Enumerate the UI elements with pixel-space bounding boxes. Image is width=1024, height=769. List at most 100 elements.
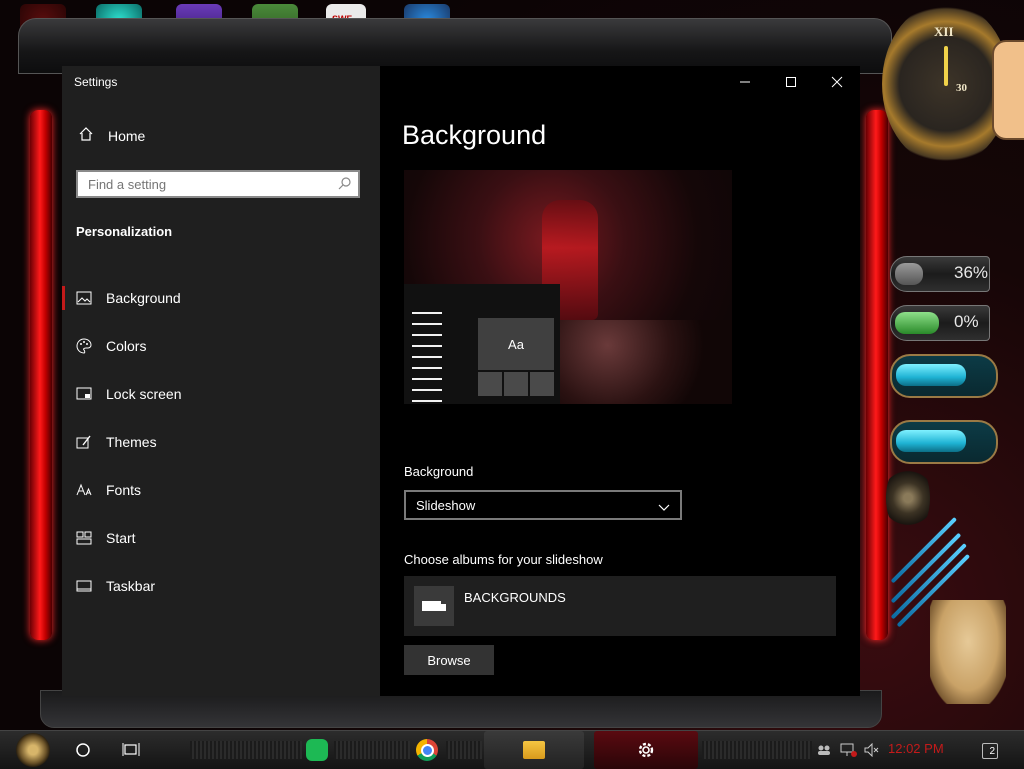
lock-screen-icon bbox=[76, 386, 92, 402]
spotify-icon bbox=[306, 739, 328, 761]
window-controls bbox=[722, 66, 860, 98]
clock-numeral-xii: XII bbox=[934, 24, 954, 39]
chrome-icon bbox=[416, 739, 438, 761]
taskbar-decoration-strip bbox=[446, 741, 482, 759]
background-type-dropdown[interactable]: Slideshow bbox=[404, 490, 682, 520]
background-type-label: Background bbox=[404, 464, 474, 479]
clock-numeral-thirty: 30 bbox=[956, 82, 967, 94]
settings-content: Background Aa Background Slideshow Choos… bbox=[380, 66, 860, 696]
folder-icon bbox=[414, 586, 454, 626]
battery-cell-1 bbox=[890, 354, 998, 398]
sidebar-item-lock-screen[interactable]: Lock screen bbox=[62, 370, 380, 418]
cortana-button[interactable] bbox=[64, 731, 102, 769]
preview-tile bbox=[530, 372, 554, 396]
nav-list: Background Colors Lock screen Themes Fon… bbox=[62, 274, 380, 610]
preview-start-menu: Aa bbox=[404, 284, 560, 404]
gauge-2-label: 0% bbox=[954, 312, 979, 331]
gauge-1-fill bbox=[895, 263, 923, 285]
section-title: Personalization bbox=[76, 224, 173, 239]
taskbar-icon bbox=[76, 578, 92, 594]
preview-line bbox=[412, 323, 442, 325]
volume-mute-icon bbox=[864, 743, 879, 757]
taskbar-app-file-explorer[interactable] bbox=[484, 731, 584, 769]
taskbar-decoration-strip bbox=[190, 741, 302, 759]
start-orb-icon bbox=[16, 733, 50, 767]
minimize-button[interactable] bbox=[722, 66, 768, 98]
people-icon bbox=[818, 745, 830, 755]
gauge-2-fill bbox=[895, 312, 939, 334]
preview-line bbox=[412, 356, 442, 358]
background-type-value: Slideshow bbox=[416, 497, 476, 513]
close-button[interactable] bbox=[814, 66, 860, 98]
decorative-red-bar-right bbox=[866, 110, 888, 640]
close-icon bbox=[831, 76, 843, 88]
album-item-backgrounds[interactable]: BACKGROUNDS bbox=[404, 576, 836, 636]
preview-line bbox=[412, 389, 442, 391]
preview-line bbox=[412, 334, 442, 336]
sidebar-item-start[interactable]: Start bbox=[62, 514, 380, 562]
cortana-icon bbox=[76, 743, 90, 757]
tray-volume-icon[interactable] bbox=[862, 731, 882, 769]
search-input[interactable] bbox=[78, 172, 328, 196]
nav-home[interactable]: Home bbox=[78, 126, 145, 145]
tray-people-icon[interactable] bbox=[814, 731, 834, 769]
taskbar-clock[interactable]: 12:02 PM bbox=[888, 741, 944, 756]
settings-window: Settings Home Personalization Background bbox=[62, 66, 860, 696]
sidebar-item-taskbar-label: Taskbar bbox=[106, 578, 156, 594]
preview-tile-aa: Aa bbox=[478, 318, 554, 370]
sidebar-item-themes-label: Themes bbox=[106, 434, 157, 450]
sidebar-item-fonts-label: Fonts bbox=[106, 482, 142, 498]
album-name: BACKGROUNDS bbox=[464, 590, 566, 605]
image-icon bbox=[76, 290, 92, 306]
maximize-button[interactable] bbox=[768, 66, 814, 98]
chevron-down-icon bbox=[658, 500, 670, 515]
tray-network-icon[interactable] bbox=[838, 731, 860, 769]
taskbar-decoration-strip bbox=[702, 741, 812, 759]
chrome-icon-center bbox=[420, 743, 434, 757]
notification-count: 2 bbox=[989, 746, 995, 757]
preview-skulls bbox=[554, 320, 732, 404]
taskbar: 12:02 PM 2 bbox=[0, 730, 1024, 769]
preview-tiles: Aa bbox=[478, 318, 556, 404]
page-title: Background bbox=[402, 120, 547, 150]
clock-widget: XII 30 bbox=[882, 2, 1010, 166]
taskbar-decoration-strip bbox=[334, 741, 410, 759]
preview-tile bbox=[478, 372, 502, 396]
decorative-red-bar-left bbox=[30, 110, 52, 640]
taskbar-app-spotify[interactable] bbox=[300, 731, 334, 769]
cartoon-face-widget bbox=[992, 40, 1024, 140]
search-box[interactable] bbox=[76, 170, 360, 198]
search-icon bbox=[338, 176, 352, 195]
palette-icon bbox=[76, 338, 92, 354]
sidebar-item-themes[interactable]: Themes bbox=[62, 418, 380, 466]
start-button[interactable] bbox=[10, 731, 56, 769]
sidebar-item-colors[interactable]: Colors bbox=[62, 322, 380, 370]
preview-line bbox=[412, 378, 442, 380]
folder-icon bbox=[523, 741, 545, 759]
task-view-icon bbox=[122, 743, 140, 756]
taskbar-app-chrome[interactable] bbox=[410, 731, 444, 769]
preview-line bbox=[412, 367, 442, 369]
preview-line bbox=[412, 400, 442, 402]
battery-cell-2 bbox=[890, 420, 998, 464]
sidebar-item-start-label: Start bbox=[106, 530, 136, 546]
settings-sidebar: Settings Home Personalization Background bbox=[62, 66, 380, 696]
taskbar-app-settings[interactable] bbox=[594, 731, 698, 769]
battery-cell-2-fill bbox=[896, 430, 966, 452]
sidebar-item-taskbar[interactable]: Taskbar bbox=[62, 562, 380, 610]
clock-hand bbox=[944, 46, 948, 86]
maximize-icon bbox=[786, 77, 796, 87]
sidebar-item-colors-label: Colors bbox=[106, 338, 147, 354]
themes-icon bbox=[76, 434, 92, 450]
network-icon bbox=[840, 743, 857, 757]
gauge-1-label: 36% bbox=[954, 263, 989, 282]
nav-home-label: Home bbox=[108, 127, 146, 144]
preview-line bbox=[412, 345, 442, 347]
preview-tile bbox=[504, 372, 528, 396]
action-center-button[interactable]: 2 bbox=[982, 743, 998, 759]
sidebar-item-background[interactable]: Background bbox=[62, 274, 380, 322]
task-view-button[interactable] bbox=[112, 731, 150, 769]
sidebar-item-fonts[interactable]: Fonts bbox=[62, 466, 380, 514]
browse-button[interactable]: Browse bbox=[404, 645, 494, 675]
sidebar-item-background-label: Background bbox=[106, 290, 181, 306]
